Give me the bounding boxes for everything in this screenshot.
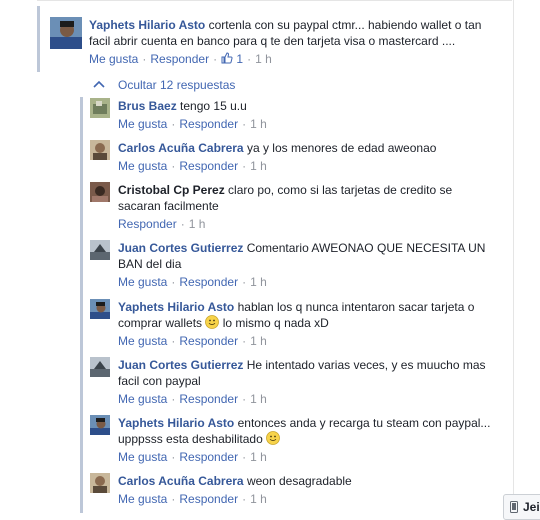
smiley-icon [205,315,220,329]
timestamp[interactable]: 1 h [250,159,267,173]
avatar[interactable] [90,473,110,493]
avatar[interactable] [90,182,110,202]
hide-replies-toggle[interactable]: Ocultar 12 respuestas [92,78,235,92]
reply-actions: Me gusta · Responder · 1 h [118,159,267,173]
reply-author[interactable]: Cristobal Cp Perez [118,183,225,197]
chat-tab[interactable]: Jei [503,494,540,520]
mobile-phone-icon [510,501,518,513]
reply-body: Carlos Acuña Cabrera ya y los menores de… [118,140,498,174]
comment-author[interactable]: Yaphets Hilario Asto [89,18,205,32]
reply-link[interactable]: Responder [179,492,238,506]
reply-actions: Me gusta · Responder · 1 h [118,392,267,406]
comment-actions: Me gusta · Responder · 1 · 1 h [89,52,272,66]
timestamp[interactable]: 1 h [255,52,272,66]
reply-body: Brus Baez tengo 15 u.u Me gusta · Responde… [118,98,498,132]
reply-text: tengo 15 u.u [180,99,247,113]
reply-body: Cristobal Cp Perez claro po, como si las… [118,182,498,232]
avatar[interactable] [90,299,110,319]
reply-actions: Me gusta · Responder · 1 h [118,450,267,464]
thumbs-up-icon[interactable] [221,52,233,64]
comment-thread: Yaphets Hilario Asto cortenla con su pay… [0,0,540,520]
reply-body: Juan Cortes Gutierrez Comentario AWEONAO… [118,240,498,290]
like-link[interactable]: Me gusta [118,450,167,464]
reply-text: weon desagradable [246,474,352,488]
reply-author[interactable]: Brus Baez [118,99,177,113]
timestamp[interactable]: 1 h [250,117,267,131]
avatar[interactable] [90,357,110,377]
reply-author[interactable]: Yaphets Hilario Asto [118,416,234,430]
comment-body: Yaphets Hilario Asto cortenla con su pay… [89,17,499,67]
timestamp[interactable]: 1 h [250,492,267,506]
divider [513,0,514,516]
reply-link[interactable]: Responder [179,159,238,173]
like-link[interactable]: Me gusta [118,275,167,289]
reply-actions: Me gusta · Responder · 1 h [118,117,267,131]
timestamp[interactable]: 1 h [250,450,267,464]
like-link[interactable]: Me gusta [89,52,138,66]
reply-text: ya y los menores de edad aweonao [246,141,437,155]
timestamp[interactable]: 1 h [250,334,267,348]
reply-actions: Me gusta · Responder · 1 h [118,334,267,348]
reply-link[interactable]: Responder [179,450,238,464]
reply-body: Juan Cortes Gutierrez He intentado varia… [118,357,498,407]
hide-replies-label: Ocultar 12 respuestas [118,78,236,92]
timestamp[interactable]: 1 h [250,392,267,406]
replies-thread-bar [80,97,83,513]
reply-link[interactable]: Responder [118,217,177,231]
reply-link[interactable]: Responder [179,392,238,406]
reply-body: Yaphets Hilario Asto hablan los q nunca … [118,299,498,349]
timestamp[interactable]: 1 h [189,217,206,231]
reply-author[interactable]: Carlos Acuña Cabrera [118,474,244,488]
reply-body: Yaphets Hilario Asto entonces anda y rec… [118,415,498,465]
reply-link[interactable]: Responder [179,275,238,289]
reply-link[interactable]: Responder [179,334,238,348]
thread-bar [37,6,40,72]
reply-author[interactable]: Yaphets Hilario Asto [118,300,234,314]
chevron-up-icon [93,80,105,88]
like-link[interactable]: Me gusta [118,159,167,173]
reply-author[interactable]: Carlos Acuña Cabrera [118,141,244,155]
like-link[interactable]: Me gusta [118,117,167,131]
reply-link[interactable]: Responder [150,52,209,66]
reply-link[interactable]: Responder [179,117,238,131]
avatar[interactable] [90,415,110,435]
reply-author[interactable]: Juan Cortes Gutierrez [118,241,243,255]
avatar[interactable] [50,17,82,49]
like-link[interactable]: Me gusta [118,492,167,506]
like-link[interactable]: Me gusta [118,334,167,348]
reply-body: Carlos Acuña Cabrera weon desagradable M… [118,473,498,507]
divider [37,0,512,1]
reply-author[interactable]: Juan Cortes Gutierrez [118,358,243,372]
reply-actions: Me gusta · Responder · 1 h [118,492,267,506]
reply-actions: Responder · 1 h [118,217,206,231]
avatar[interactable] [90,98,110,118]
reply-text-continued: lo mismo q nada xD [222,316,329,330]
smiley-icon [266,431,281,445]
reply-actions: Me gusta · Responder · 1 h [118,275,267,289]
timestamp[interactable]: 1 h [250,275,267,289]
like-link[interactable]: Me gusta [118,392,167,406]
avatar[interactable] [90,140,110,160]
avatar[interactable] [90,240,110,260]
chat-tab-label: Jei [523,500,540,514]
